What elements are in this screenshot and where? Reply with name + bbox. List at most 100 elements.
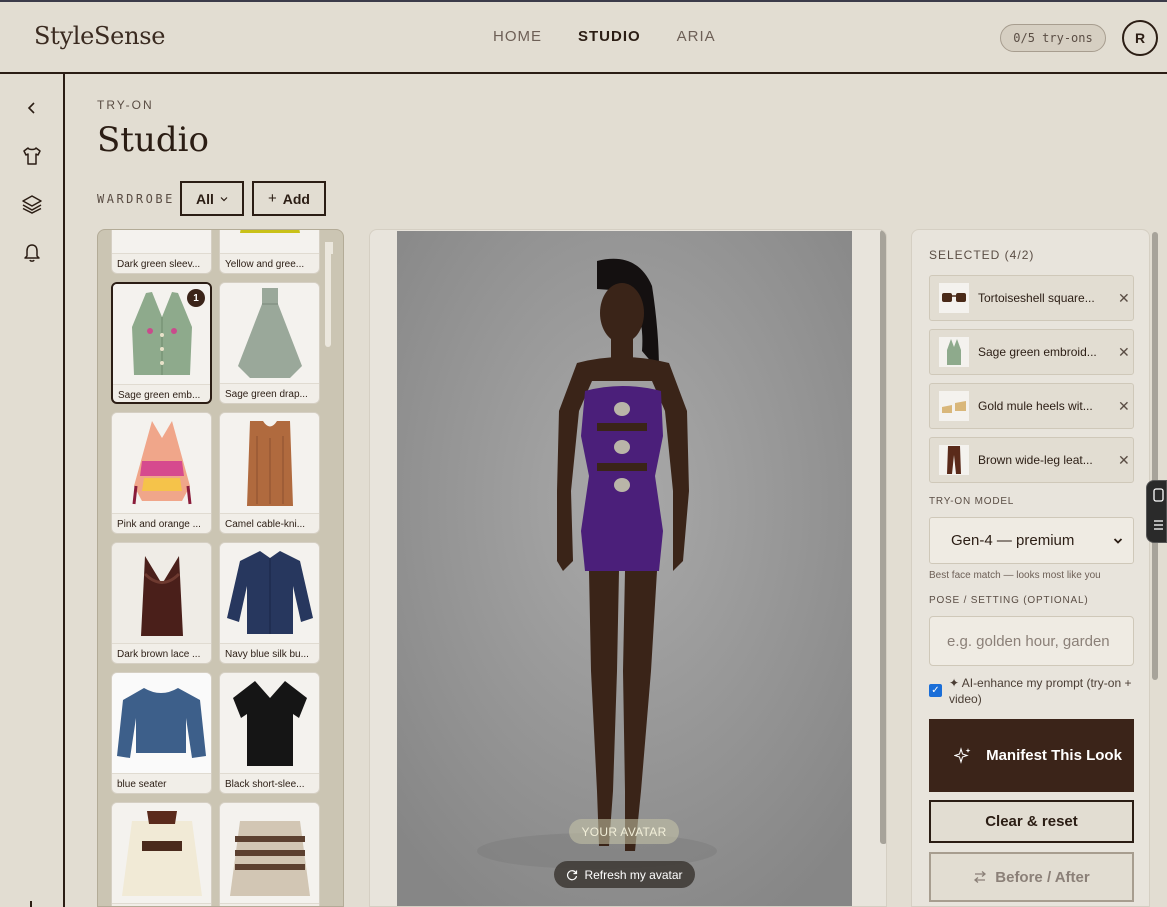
page-eyebrow: TRY-ON xyxy=(97,98,154,112)
model-label: TRY-ON MODEL xyxy=(929,496,1015,507)
garment-image xyxy=(112,543,211,643)
main-nav: HOME STUDIO ARIA xyxy=(493,28,716,45)
wardrobe-item[interactable]: Camel cable-kni... xyxy=(219,412,320,534)
garment-image xyxy=(112,803,211,903)
wardrobe-item-label: Camel cable-kni... xyxy=(220,513,319,533)
layers-icon[interactable] xyxy=(20,192,44,216)
ai-enhance-checkbox[interactable]: ✓ xyxy=(929,684,942,697)
model-hint: Best face match — looks most like you xyxy=(929,570,1101,581)
add-label: Add xyxy=(282,190,310,207)
selected-heading: SELECTED (4/2) xyxy=(929,248,1035,262)
item-thumbnail xyxy=(939,337,969,367)
item-thumbnail xyxy=(939,283,969,313)
app-logo[interactable]: StyleSense xyxy=(34,22,165,50)
wardrobe-item[interactable]: Yellow and gree... xyxy=(219,230,320,274)
collapse-chevron-icon[interactable] xyxy=(20,96,44,120)
refresh-icon xyxy=(567,869,578,880)
your-avatar-tag: YOUR AVATAR xyxy=(569,819,679,844)
wardrobe-item[interactable]: Sage green drap... xyxy=(219,282,320,404)
floating-side-tab[interactable] xyxy=(1146,480,1167,543)
wardrobe-item-label: Dark brown lace ... xyxy=(112,643,211,663)
selected-item: Gold mule heels wit... ✕ xyxy=(929,383,1134,429)
pose-label: POSE / SETTING (OPTIONAL) xyxy=(929,595,1089,606)
wardrobe-item-label xyxy=(112,903,211,906)
shirt-icon[interactable] xyxy=(20,144,44,168)
wardrobe-item-selected[interactable]: 1 Sage green emb... xyxy=(111,282,212,404)
rail-divider xyxy=(30,901,36,907)
wardrobe-panel: Dark green sleev... Yellow and gree... 1… xyxy=(97,229,344,907)
wardrobe-item[interactable]: Black short-slee... xyxy=(219,672,320,794)
remove-item-close-icon[interactable]: ✕ xyxy=(1118,398,1130,415)
top-nav-bar: StyleSense HOME STUDIO ARIA 0/5 try-ons … xyxy=(0,0,1167,74)
wardrobe-item-label: Yellow and gree... xyxy=(220,253,319,273)
garment-image xyxy=(112,413,211,513)
panel-toggle-icon xyxy=(1153,488,1164,530)
remove-item-close-icon[interactable]: ✕ xyxy=(1118,452,1130,469)
avatar-photo xyxy=(397,231,852,906)
wardrobe-label: WARDROBE xyxy=(97,192,175,206)
nav-studio[interactable]: STUDIO xyxy=(578,28,641,45)
wardrobe-item-label: Navy blue silk bu... xyxy=(220,643,319,663)
stage-scrollbar[interactable] xyxy=(880,230,886,844)
user-avatar-button[interactable]: R xyxy=(1122,20,1158,56)
left-rail xyxy=(0,74,65,907)
before-after-button[interactable]: Before / After xyxy=(929,852,1134,902)
wardrobe-filter-dropdown[interactable]: All xyxy=(180,181,244,216)
plus-icon: + xyxy=(268,190,277,207)
wardrobe-item[interactable]: Dark green sleev... xyxy=(111,230,212,274)
garment-image xyxy=(112,230,211,253)
refresh-label: Refresh my avatar xyxy=(584,867,683,882)
ai-enhance-label: ✦ AI-enhance my prompt (try-on + video) xyxy=(949,676,1132,706)
garment-image xyxy=(220,413,319,513)
refresh-avatar-button[interactable]: Refresh my avatar xyxy=(554,861,695,888)
wardrobe-item[interactable] xyxy=(219,802,320,906)
garment-image xyxy=(220,543,319,643)
manifest-label: Manifest This Look xyxy=(986,746,1122,764)
selected-item: Tortoiseshell square... ✕ xyxy=(929,275,1134,321)
manifest-look-button[interactable]: Manifest This Look xyxy=(929,719,1134,792)
add-item-button[interactable]: + Add xyxy=(252,181,326,216)
selected-item: Sage green embroid... ✕ xyxy=(929,329,1134,375)
chevron-down-icon xyxy=(220,196,228,201)
garment-image xyxy=(220,283,319,383)
item-thumbnail xyxy=(939,391,969,421)
wardrobe-item[interactable] xyxy=(111,802,212,906)
model-value: Gen-4 — premium xyxy=(951,532,1075,549)
panel-scrollbar[interactable] xyxy=(1152,232,1158,680)
swap-icon xyxy=(974,871,987,883)
wardrobe-scrollbar[interactable] xyxy=(325,242,331,347)
chevron-down-icon xyxy=(1113,537,1123,544)
bell-icon[interactable] xyxy=(20,240,44,264)
wardrobe-item-label: Black short-slee... xyxy=(220,773,319,793)
garment-image xyxy=(220,673,319,773)
page-title: Studio xyxy=(97,120,209,160)
selection-panel: SELECTED (4/2) Tortoiseshell square... ✕… xyxy=(911,229,1150,907)
nav-aria[interactable]: ARIA xyxy=(677,28,716,45)
filter-value: All xyxy=(196,190,214,207)
clear-reset-button[interactable]: Clear & reset xyxy=(929,800,1134,843)
wardrobe-item-label: blue seater xyxy=(112,773,211,793)
garment-image xyxy=(112,673,211,773)
wardrobe-item[interactable]: Navy blue silk bu... xyxy=(219,542,320,664)
tryon-model-select[interactable]: Gen-4 — premium xyxy=(929,517,1134,564)
nav-home[interactable]: HOME xyxy=(493,28,542,45)
selected-item-name: Brown wide-leg leat... xyxy=(978,453,1093,467)
garment-image xyxy=(220,230,319,253)
selected-item-name: Sage green embroid... xyxy=(978,345,1097,359)
selected-item: Brown wide-leg leat... ✕ xyxy=(929,437,1134,483)
ai-enhance-option: ✓ ✦ AI-enhance my prompt (try-on + video… xyxy=(929,675,1139,707)
pose-setting-input[interactable] xyxy=(929,616,1134,666)
remove-item-close-icon[interactable]: ✕ xyxy=(1118,290,1130,307)
wardrobe-item[interactable]: Pink and orange ... xyxy=(111,412,212,534)
wardrobe-item-label: Pink and orange ... xyxy=(112,513,211,533)
remove-item-close-icon[interactable]: ✕ xyxy=(1118,344,1130,361)
wardrobe-item-label xyxy=(220,903,319,906)
wardrobe-item[interactable]: blue seater xyxy=(111,672,212,794)
tryons-counter-badge: 0/5 try-ons xyxy=(1000,24,1106,52)
wardrobe-item-label: Dark green sleev... xyxy=(112,253,211,273)
wardrobe-item-label: Sage green drap... xyxy=(220,383,319,403)
before-after-label: Before / After xyxy=(995,868,1090,886)
wardrobe-item[interactable]: Dark brown lace ... xyxy=(111,542,212,664)
tryon-stage: YOUR AVATAR Refresh my avatar xyxy=(369,229,887,907)
item-thumbnail xyxy=(939,445,969,475)
